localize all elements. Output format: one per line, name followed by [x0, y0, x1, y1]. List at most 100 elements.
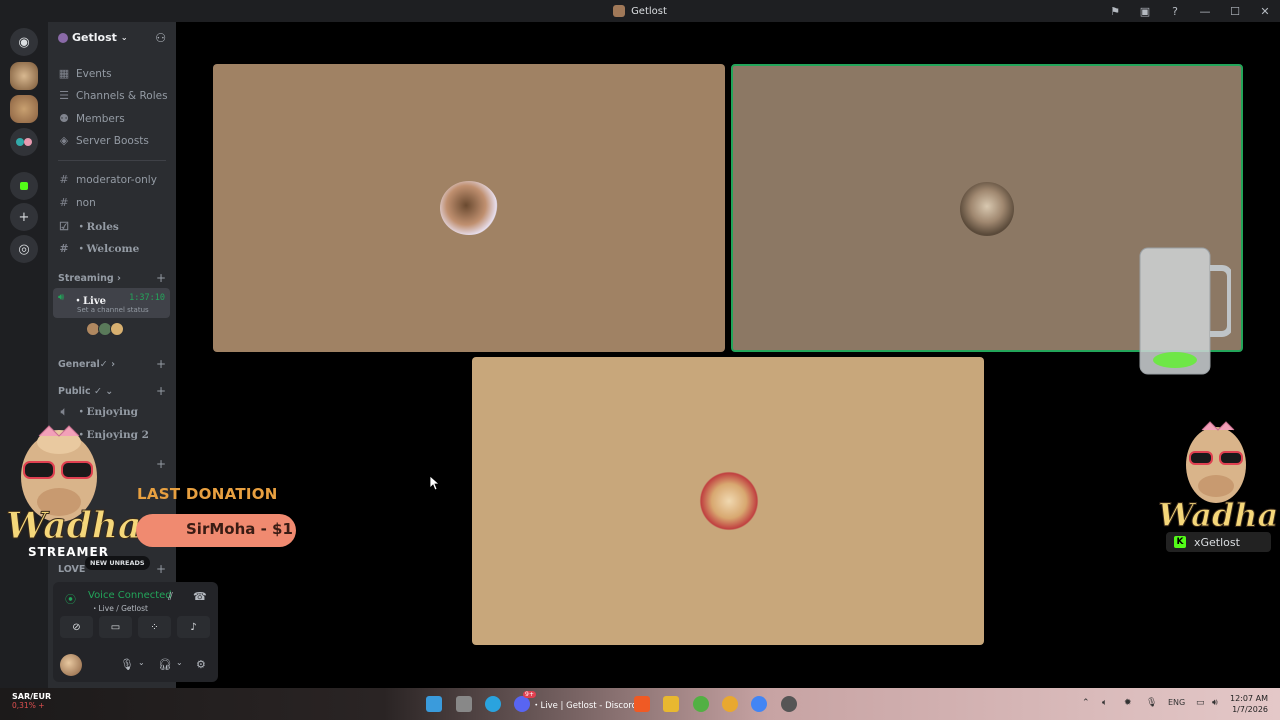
calendar-icon: ▦	[58, 67, 70, 80]
clock-time: 12:07 AM	[1230, 694, 1268, 703]
menu-channels-roles-label: Channels & Roles	[76, 89, 168, 102]
settings-gear-icon[interactable]: ⚙	[196, 658, 206, 671]
close-icon[interactable]: ✕	[1250, 0, 1280, 22]
wadha-logo-right: Wadha	[1157, 496, 1279, 535]
add-channel-icon[interactable]: +	[156, 562, 166, 576]
mouse-cursor-icon	[430, 476, 440, 491]
add-channel-icon[interactable]: +	[156, 357, 166, 371]
members-icon: ⚉	[59, 112, 69, 125]
windows-taskbar: SAR/EUR 0,31% + 9+ ・Live | Getlost - Dis…	[0, 688, 1280, 720]
last-donation-pill: SirMoha - $1	[136, 514, 296, 547]
activities-button[interactable]: ⁘	[138, 616, 171, 638]
server-rail: ◉ + ◎	[0, 22, 48, 688]
user-panel: 🎙︎ ⌄ 🎧︎ ⌄ ⚙	[58, 652, 213, 678]
windows-start-icon[interactable]	[426, 696, 442, 712]
avatar	[440, 181, 498, 235]
tray-chevron-up-icon[interactable]: ⌃	[1082, 698, 1090, 708]
chevron-down-icon[interactable]: ⌄	[176, 658, 183, 667]
chevron-down-icon[interactable]: ⌄	[138, 658, 145, 667]
inbox-icon[interactable]: ▣	[1130, 0, 1160, 22]
category-general[interactable]: General✓ ›	[58, 359, 115, 370]
server-getlost-icon[interactable]	[10, 62, 38, 90]
menu-members[interactable]: ⚉ Members	[58, 112, 125, 125]
noise-suppression-icon[interactable]: ⫽	[168, 590, 173, 604]
add-channel-icon[interactable]: +	[156, 457, 166, 471]
microphone-icon[interactable]: 🎙︎	[120, 658, 134, 671]
currency-change: 0,31% +	[12, 701, 45, 710]
voice-status[interactable]: Voice Connected	[88, 590, 172, 601]
server-cat-icon[interactable]	[10, 95, 38, 123]
xbox-icon[interactable]	[693, 696, 709, 712]
task-view-icon[interactable]	[456, 696, 472, 712]
server-badge-icon	[58, 32, 68, 43]
title-bar: Getlost ⚑ ▣ ? — ☐ ✕	[0, 0, 1280, 22]
settings-icon[interactable]	[781, 696, 797, 712]
menu-server-boosts[interactable]: ◈ Server Boosts	[58, 134, 149, 147]
language-indicator[interactable]: ENG	[1168, 698, 1185, 707]
channel-label: ・Roles	[76, 221, 119, 233]
add-channel-icon[interactable]: +	[156, 384, 166, 398]
tray-app-icon[interactable]: ✹	[1124, 698, 1132, 708]
currency-widget[interactable]: SAR/EUR 0,31% +	[12, 692, 51, 710]
screen-share-button[interactable]: ▭	[99, 616, 132, 638]
explore-icon[interactable]: ◎	[10, 235, 38, 263]
channel-label: ・Welcome	[76, 243, 140, 255]
system-clock[interactable]: 12:07 AM 1/7/2026	[1230, 693, 1268, 715]
signal-icon[interactable]: ⦿	[65, 591, 76, 607]
channel-status[interactable]: Set a channel status	[77, 306, 149, 314]
volume-tray-icon[interactable]: 🔈︎	[1102, 698, 1107, 708]
help-icon[interactable]: ?	[1160, 0, 1190, 22]
video-tile-user-1[interactable]	[213, 64, 725, 352]
voice-location[interactable]: ・Live / Getlost	[91, 603, 148, 614]
hash-icon: #	[59, 196, 69, 209]
soundboard-button[interactable]: ♪	[177, 616, 210, 638]
avatar[interactable]	[60, 654, 82, 676]
video-tile-user-3[interactable]	[472, 357, 984, 645]
currency-pair: SAR/EUR	[12, 692, 52, 701]
discord-window-label[interactable]: ・Live | Getlost - Discord	[532, 699, 637, 711]
headphones-icon[interactable]: 🎧︎	[158, 658, 172, 671]
channel-roles[interactable]: ☑ ・Roles	[58, 219, 119, 234]
file-explorer-icon[interactable]	[663, 696, 679, 712]
discord-taskbar-icon[interactable]	[514, 696, 530, 712]
window-title: Getlost	[613, 5, 667, 17]
chrome-icon[interactable]	[751, 696, 767, 712]
channel-welcome[interactable]: # ・Welcome	[58, 241, 139, 256]
add-server-icon[interactable]: +	[10, 203, 38, 231]
channel-label: moderator-only	[76, 173, 157, 186]
menu-channels-roles[interactable]: ☰ Channels & Roles	[58, 89, 168, 102]
voice-channel-live[interactable]: 🔊︎ ・Live 1:37:10 Set a channel status	[53, 288, 170, 318]
category-love[interactable]: LOVE	[58, 564, 85, 575]
voice-channel-enjoying[interactable]: 🔈︎ ・Enjoying	[58, 404, 138, 419]
server-name-header[interactable]: Getlost ⌄	[58, 31, 128, 44]
microphone-tray-icon[interactable]: 🎙︎	[1146, 698, 1157, 708]
telegram-icon[interactable]	[485, 696, 501, 712]
menu-server-boosts-label: Server Boosts	[76, 134, 149, 147]
server-avatar-icon	[613, 5, 626, 17]
channel-non[interactable]: # non	[58, 196, 95, 209]
camera-off-button[interactable]: ⊘	[60, 616, 93, 638]
server-folder-2-icon[interactable]	[10, 172, 38, 200]
flag-icon[interactable]: ⚑	[1100, 0, 1130, 22]
category-streaming[interactable]: Streaming ›	[58, 273, 121, 284]
invite-people-icon[interactable]: ⚇	[155, 31, 166, 45]
live-duration: 1:37:10	[129, 293, 165, 303]
brave-browser-icon[interactable]	[634, 696, 650, 712]
app-icon[interactable]	[722, 696, 738, 712]
last-donation-value: SirMoha - $1	[186, 520, 293, 538]
category-public[interactable]: Public ✓ ⌄	[58, 386, 113, 397]
network-icon[interactable]: ▭	[1196, 698, 1205, 708]
minimize-icon[interactable]: —	[1190, 0, 1220, 22]
channel-moderator-only[interactable]: # moderator-only	[58, 173, 157, 186]
maximize-icon[interactable]: ☐	[1220, 0, 1250, 22]
server-folder-icon[interactable]	[10, 128, 38, 156]
speaker-tray-icon[interactable]: 🔊︎	[1212, 698, 1218, 708]
menu-events[interactable]: ▦ Events	[58, 67, 112, 80]
category-label: General✓	[58, 359, 108, 370]
speaker-icon: 🔊︎	[58, 292, 65, 303]
category-label: Streaming	[58, 273, 114, 284]
avatar[interactable]	[110, 322, 124, 336]
add-channel-icon[interactable]: +	[156, 271, 166, 285]
disconnect-icon[interactable]: ☎	[193, 590, 207, 603]
discord-home-icon[interactable]: ◉	[10, 28, 38, 56]
